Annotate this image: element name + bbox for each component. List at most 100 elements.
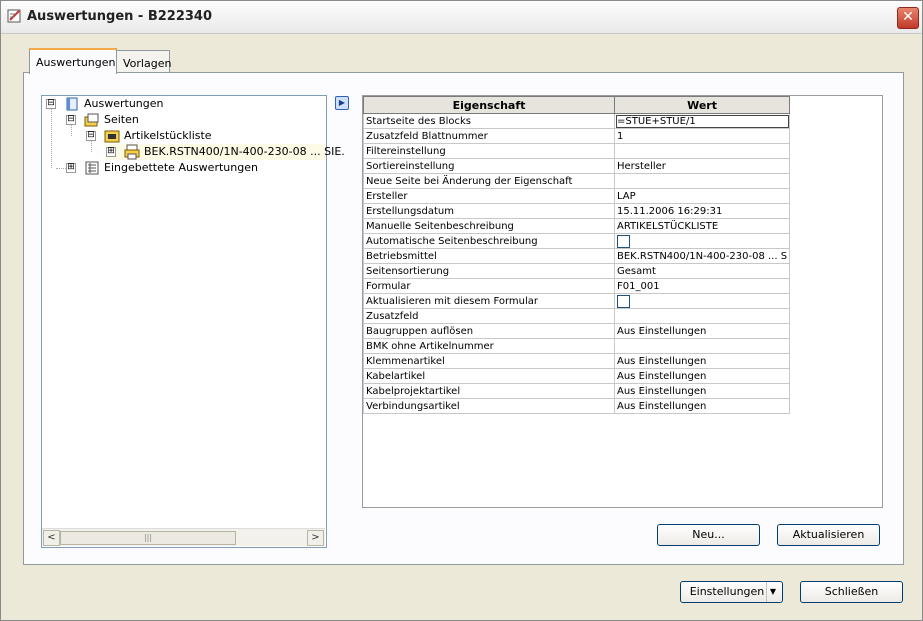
property-value[interactable]: 1 bbox=[613, 128, 791, 144]
property-value[interactable] bbox=[613, 338, 791, 354]
scroll-left-button[interactable]: < bbox=[43, 530, 60, 546]
tab-vorlagen[interactable]: Vorlagen bbox=[116, 50, 172, 73]
collapse-icon[interactable]: ⊟ bbox=[66, 115, 76, 125]
property-key: Baugruppen auflösen bbox=[363, 323, 615, 339]
property-value[interactable] bbox=[613, 293, 791, 309]
property-row[interactable]: Erstellungsdatum 15.11.2006 16:29:31 bbox=[363, 203, 791, 219]
property-value[interactable] bbox=[613, 173, 791, 189]
schliessen-button[interactable]: Schließen bbox=[800, 581, 903, 603]
property-row[interactable]: Kabelartikel Aus Einstellungen bbox=[363, 368, 791, 384]
close-button[interactable]: ✕ bbox=[897, 7, 919, 29]
tree-item-label: Seiten bbox=[104, 113, 139, 126]
column-header-eigenschaft[interactable]: Eigenschaft bbox=[363, 96, 615, 114]
property-row[interactable]: Zusatzfeld bbox=[363, 308, 791, 324]
property-key: Kabelprojektartikel bbox=[363, 383, 615, 399]
dropdown-arrow-icon[interactable]: ▼ bbox=[766, 582, 779, 602]
property-key: Sortiereinstellung bbox=[363, 158, 615, 174]
property-value[interactable]: Aus Einstellungen bbox=[613, 368, 791, 384]
tree-item-auswertungen[interactable]: ⊟ Auswertungen bbox=[46, 96, 316, 112]
property-row[interactable]: Sortiereinstellung Hersteller bbox=[363, 158, 791, 174]
property-row[interactable]: Startseite des Blocks =STUE+STUE/1 bbox=[363, 113, 791, 129]
play-icon[interactable]: ▶ bbox=[335, 96, 349, 110]
tab-auswertungen[interactable]: Auswertungen bbox=[29, 48, 117, 74]
property-row[interactable]: Zusatzfeld Blattnummer 1 bbox=[363, 128, 791, 144]
property-value[interactable]: Aus Einstellungen bbox=[613, 398, 791, 414]
scroll-right-button[interactable]: > bbox=[307, 530, 324, 546]
tree-item-artikelstueckliste[interactable]: ⊟ Artikelstückliste bbox=[86, 128, 316, 144]
property-key: Filtereinstellung bbox=[363, 143, 615, 159]
property-key: Klemmenartikel bbox=[363, 353, 615, 369]
property-value[interactable]: F01_001 bbox=[613, 278, 791, 294]
property-value[interactable]: Aus Einstellungen bbox=[613, 383, 791, 399]
property-key: Formular bbox=[363, 278, 615, 294]
scroll-thumb[interactable]: ||| bbox=[60, 531, 236, 545]
property-key: BMK ohne Artikelnummer bbox=[363, 338, 615, 354]
property-row[interactable]: Automatische Seitenbeschreibung bbox=[363, 233, 791, 249]
tree-horizontal-scrollbar[interactable]: < ||| > bbox=[42, 528, 325, 546]
folder-icon bbox=[104, 130, 120, 143]
property-row[interactable]: Klemmenartikel Aus Einstellungen bbox=[363, 353, 791, 369]
property-value[interactable]: LAP bbox=[613, 188, 791, 204]
tab-auswertungen-label: Auswertungen bbox=[36, 56, 116, 69]
property-value[interactable]: Gesamt bbox=[613, 263, 791, 279]
collapse-icon[interactable]: ⊟ bbox=[46, 99, 56, 109]
property-row[interactable]: Verbindungsartikel Aus Einstellungen bbox=[363, 398, 791, 414]
property-value[interactable]: =STUE+STUE/1 bbox=[613, 113, 791, 129]
tree-connector bbox=[56, 168, 66, 169]
property-value[interactable] bbox=[613, 308, 791, 324]
tree-view[interactable]: ⊟ Auswertungen ⊟ Seiten ⊟ Artikelstückli… bbox=[41, 95, 345, 548]
neu-button[interactable]: Neu... bbox=[657, 524, 760, 546]
property-value[interactable]: ARTIKELSTÜCKLISTE bbox=[613, 218, 791, 234]
property-value[interactable] bbox=[613, 143, 791, 159]
property-key: Automatische Seitenbeschreibung bbox=[363, 233, 615, 249]
tree-item-eingebettete[interactable]: ⊞ Eingebettete Auswertungen bbox=[66, 160, 316, 176]
column-header-wert[interactable]: Wert bbox=[613, 96, 791, 114]
property-grid: Eigenschaft Wert Startseite des Blocks =S… bbox=[362, 95, 883, 508]
property-table: Eigenschaft Wert Startseite des Blocks =S… bbox=[363, 96, 791, 414]
tree-connector bbox=[51, 108, 52, 168]
printer-icon bbox=[124, 144, 140, 160]
collapse-icon[interactable]: ⊟ bbox=[86, 131, 96, 141]
property-row[interactable]: Kabelprojektartikel Aus Einstellungen bbox=[363, 383, 791, 399]
property-row[interactable]: Baugruppen auflösen Aus Einstellungen bbox=[363, 323, 791, 339]
tree-item-label: Auswertungen bbox=[84, 97, 164, 110]
book-icon bbox=[66, 97, 78, 111]
checkbox[interactable] bbox=[617, 295, 630, 308]
tree-item-label: Eingebettete Auswertungen bbox=[104, 161, 258, 174]
app-icon bbox=[7, 9, 21, 23]
property-row[interactable]: Neue Seite bei Änderung der Eigenschaft bbox=[363, 173, 791, 189]
tree-item-label: BEK.RSTN400/1N-400-230-08 ... SIE. bbox=[144, 145, 345, 158]
property-value[interactable] bbox=[613, 233, 791, 249]
property-row[interactable]: Formular F01_001 bbox=[363, 278, 791, 294]
property-key: Verbindungsartikel bbox=[363, 398, 615, 414]
expand-icon[interactable]: ⊞ bbox=[106, 147, 116, 157]
property-value[interactable]: Hersteller bbox=[613, 158, 791, 174]
einstellungen-button[interactable]: Einstellungen ▼ bbox=[680, 581, 783, 603]
property-value[interactable]: 15.11.2006 16:29:31 bbox=[613, 203, 791, 219]
tab-vorlagen-label: Vorlagen bbox=[123, 57, 172, 70]
property-row[interactable]: Filtereinstellung bbox=[363, 143, 791, 159]
property-value[interactable]: Aus Einstellungen bbox=[613, 353, 791, 369]
property-row[interactable]: Manuelle Seitenbeschreibung ARTIKELSTÜCKL… bbox=[363, 218, 791, 234]
einstellungen-label: Einstellungen bbox=[689, 585, 765, 598]
property-row[interactable]: Betriebsmittel BEK.RSTN400/1N-400-230-08 … bbox=[363, 248, 791, 264]
checkbox[interactable] bbox=[617, 235, 630, 248]
aktualisieren-button[interactable]: Aktualisieren bbox=[777, 524, 880, 546]
dialog-window: Auswertungen - B222340 ✕ Auswertungen Vo… bbox=[0, 0, 923, 621]
expand-icon[interactable]: ⊞ bbox=[66, 163, 76, 173]
property-key: Neue Seite bei Änderung der Eigenschaft bbox=[363, 173, 615, 189]
property-key: Kabelartikel bbox=[363, 368, 615, 384]
property-row[interactable]: Ersteller LAP bbox=[363, 188, 791, 204]
property-row[interactable]: BMK ohne Artikelnummer bbox=[363, 338, 791, 354]
property-key: Seitensortierung bbox=[363, 263, 615, 279]
property-row[interactable]: Seitensortierung Gesamt bbox=[363, 263, 791, 279]
tree-item-bek[interactable]: ⊞ BEK.RSTN400/1N-400-230-08 ... SIE. bbox=[106, 144, 345, 160]
property-row[interactable]: Aktualisieren mit diesem Formular bbox=[363, 293, 791, 309]
pages-folder-icon bbox=[84, 113, 99, 127]
property-key: Zusatzfeld bbox=[363, 308, 615, 324]
property-key: Ersteller bbox=[363, 188, 615, 204]
property-value[interactable]: BEK.RSTN400/1N-400-230-08 ... S bbox=[613, 248, 791, 264]
property-value[interactable]: Aus Einstellungen bbox=[613, 323, 791, 339]
window-title: Auswertungen - B222340 bbox=[27, 9, 213, 24]
tree-item-seiten[interactable]: ⊟ Seiten bbox=[66, 112, 316, 128]
